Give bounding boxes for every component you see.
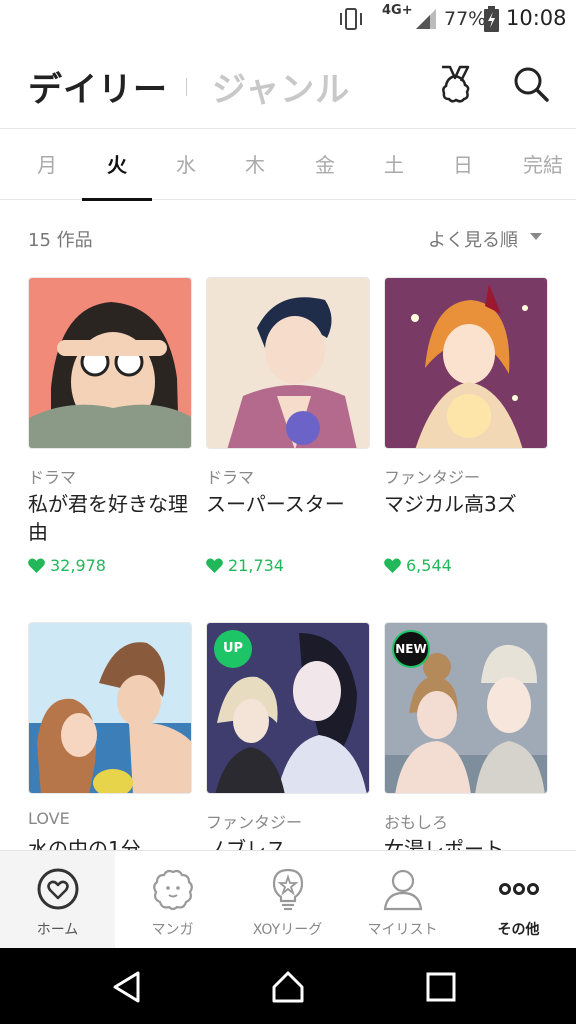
- bottom-navigation: ホーム マンガ XOYリーグ マイリスト その他: [0, 850, 576, 949]
- recents-icon[interactable]: [424, 970, 458, 1004]
- nav-home[interactable]: ホーム: [0, 851, 115, 949]
- like-count: 21,734: [206, 556, 370, 575]
- work-genre: ドラマ: [28, 468, 77, 487]
- sort-dropdown[interactable]: よく見る順: [428, 226, 518, 252]
- back-icon[interactable]: [110, 970, 144, 1004]
- nav-home-label: ホーム: [36, 922, 79, 938]
- work-title: スーパースター: [206, 492, 345, 516]
- signal-icon: [416, 9, 436, 29]
- tab-sunday[interactable]: 日: [428, 129, 498, 201]
- like-count: 32,978: [28, 556, 192, 575]
- ribbon-icon[interactable]: [436, 64, 474, 104]
- battery-charging-icon: [484, 6, 499, 32]
- genre-tab-title[interactable]: ジャンル: [212, 62, 350, 111]
- work-genre: ファンタジー: [206, 813, 303, 832]
- like-count-value: 6,544: [406, 556, 452, 575]
- like-count-value: 32,978: [50, 556, 106, 575]
- tab-friday[interactable]: 金: [290, 129, 360, 201]
- work-title: マジカル高3ズ: [384, 492, 517, 516]
- tab-wednesday[interactable]: 水: [151, 129, 221, 201]
- flower-face-icon: [153, 869, 193, 911]
- caret-down-icon[interactable]: [530, 233, 542, 240]
- status-bar: 4G+ 77% 10:08: [0, 0, 576, 40]
- nav-xoy-league-label: XOYリーグ: [252, 922, 323, 938]
- work-thumbnail[interactable]: UP: [206, 622, 370, 794]
- person-icon: [383, 869, 423, 911]
- new-badge: NEW: [392, 630, 430, 668]
- work-genre: ドラマ: [206, 468, 255, 487]
- vibrate-icon: [340, 8, 362, 30]
- nav-more-label: その他: [497, 922, 540, 938]
- system-navigation-bar: [0, 948, 576, 1024]
- like-count-value: 21,734: [228, 556, 284, 575]
- work-thumbnail[interactable]: [206, 277, 370, 449]
- work-thumbnail[interactable]: [28, 277, 192, 449]
- nav-manga-label: マンガ: [151, 922, 194, 938]
- tab-tuesday[interactable]: 火: [82, 129, 152, 201]
- clock: 10:08: [506, 6, 567, 30]
- work-thumbnail[interactable]: [384, 277, 548, 449]
- day-tabs: 月 火 水 木 金 土 日 完結: [0, 128, 576, 201]
- more-dots-icon: [499, 883, 539, 895]
- network-type: 4G+: [382, 3, 413, 18]
- like-count: 6,544: [384, 556, 548, 575]
- work-card[interactable]: ファンタジー マジカル高3ズ 6,544: [384, 277, 548, 575]
- heart-circle-icon: [37, 868, 79, 910]
- app-header: デイリー ジャンル: [0, 40, 576, 128]
- nav-xoy-league[interactable]: XOYリーグ: [230, 851, 345, 949]
- header-divider: [186, 78, 187, 96]
- nav-my-list[interactable]: マイリスト: [345, 851, 460, 949]
- work-genre: ファンタジー: [384, 468, 481, 487]
- battery-percent: 77%: [444, 8, 487, 30]
- daily-tab-title[interactable]: デイリー: [28, 62, 168, 111]
- work-genre: LOVE: [28, 809, 70, 828]
- work-thumbnail[interactable]: NEW: [384, 622, 548, 794]
- lightbulb-icon: [272, 868, 304, 911]
- heart-icon: [28, 558, 45, 573]
- work-thumbnail[interactable]: [28, 622, 192, 794]
- search-icon[interactable]: [512, 64, 550, 104]
- tab-saturday[interactable]: 土: [359, 129, 429, 201]
- work-card[interactable]: ドラマ 私が君を好きな理由 32,978: [28, 277, 192, 575]
- nav-manga[interactable]: マンガ: [115, 851, 230, 949]
- tab-monday[interactable]: 月: [12, 129, 82, 201]
- home-icon[interactable]: [271, 970, 305, 1004]
- heart-icon: [384, 558, 401, 573]
- tab-thursday[interactable]: 木: [220, 129, 290, 201]
- work-title: 私が君を好きな理由: [28, 492, 188, 544]
- tab-completed[interactable]: 完結: [508, 129, 576, 201]
- nav-my-list-label: マイリスト: [367, 922, 438, 938]
- heart-icon: [206, 558, 223, 573]
- work-count: 15 作品: [28, 230, 93, 251]
- up-badge: UP: [214, 630, 252, 668]
- nav-more[interactable]: その他: [461, 851, 576, 949]
- work-card[interactable]: ドラマ スーパースター 21,734: [206, 277, 370, 575]
- work-genre: おもしろ: [384, 813, 449, 832]
